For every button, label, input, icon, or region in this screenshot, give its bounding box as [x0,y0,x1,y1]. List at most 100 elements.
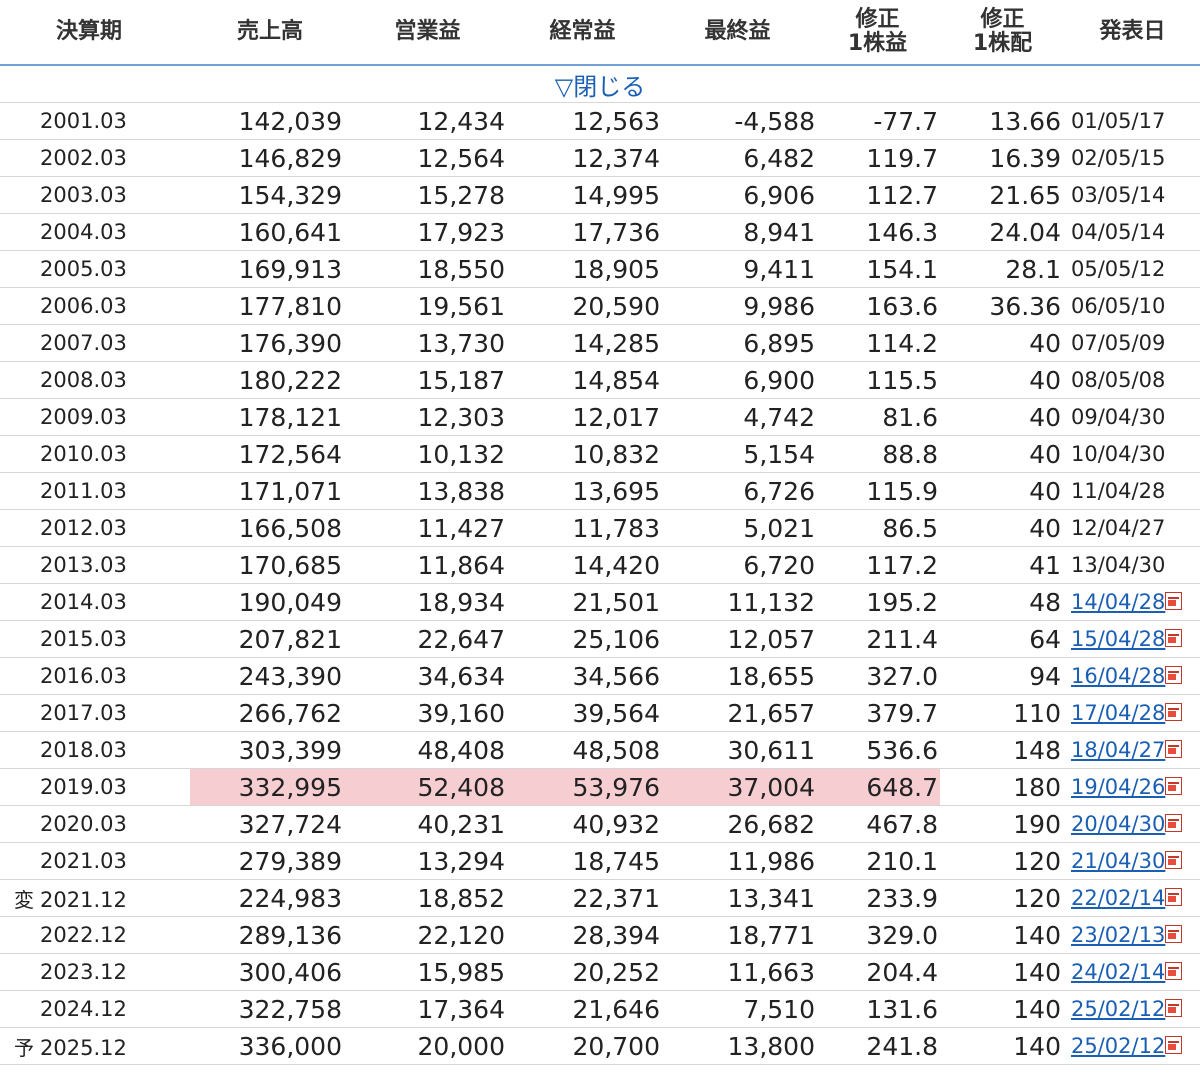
period-cell: 2021.03 [0,842,190,880]
pdf-icon[interactable] [1165,592,1183,610]
operating-profit-cell: 13,730 [350,324,505,362]
announce-date-cell: 09/04/30 [1065,398,1200,436]
net-profit-cell: 7,510 [660,990,815,1028]
period-text: 2020.03 [40,812,127,836]
pdf-icon[interactable] [1165,888,1183,906]
announce-date-link[interactable]: 19/04/26 [1071,775,1165,799]
header-adjusted-dividend: 修正 1株配 [940,0,1065,66]
period-cell: 2012.03 [0,509,190,547]
sales-cell: 160,641 [190,213,350,251]
ordinary-profit-cell: 28,394 [505,916,660,954]
announce-date-cell: 01/05/17 [1065,102,1200,140]
operating-profit-cell: 34,634 [350,657,505,695]
eps-cell: 195.2 [815,583,940,621]
net-profit-cell: 11,132 [660,583,815,621]
announce-date-link[interactable]: 25/02/12 [1071,997,1165,1021]
dividend-cell: 180 [940,768,1065,806]
ordinary-profit-cell: 18,745 [505,842,660,880]
announce-date-link[interactable]: 22/02/14 [1071,886,1165,910]
period-text: 2001.03 [40,109,127,133]
period-text: 2015.03 [40,627,127,651]
table-header: 決算期 売上高 営業益 経常益 最終益 修正 1株益 修正 1株配 発表日 [0,0,1200,66]
ordinary-profit-cell: 25,106 [505,620,660,658]
pdf-icon[interactable] [1165,814,1183,832]
eps-cell: 467.8 [815,805,940,843]
announce-date-link[interactable]: 16/04/28 [1071,664,1165,688]
announce-date-link[interactable]: 17/04/28 [1071,701,1165,725]
announce-date-link[interactable]: 25/02/12 [1071,1034,1165,1058]
announce-date-text: 08/05/08 [1071,368,1166,392]
operating-profit-cell: 11,427 [350,509,505,547]
net-profit-cell: 6,900 [660,361,815,399]
period-text: 2006.03 [40,294,127,318]
pdf-icon[interactable] [1165,629,1183,647]
announce-date-link[interactable]: 15/04/28 [1071,627,1165,651]
operating-profit-cell: 13,294 [350,842,505,880]
header-sales: 売上高 [190,0,350,66]
header-period: 決算期 [0,0,190,66]
period-cell: 変 2021.12 [0,879,190,917]
period-text: 2023.12 [40,960,127,984]
dividend-cell: 140 [940,916,1065,954]
announce-date-cell: 25/02/12 [1065,1027,1200,1065]
operating-profit-cell: 52,408 [350,768,505,806]
collapse-button[interactable]: ▽閉じる [555,73,645,101]
operating-profit-cell: 39,160 [350,694,505,732]
period-cell: 2006.03 [0,287,190,325]
ordinary-profit-cell: 11,783 [505,509,660,547]
announce-date-cell: 19/04/26 [1065,768,1200,806]
ordinary-profit-cell: 21,646 [505,990,660,1028]
period-text: 2012.03 [40,516,127,540]
period-flag: 予 [14,1035,34,1060]
announce-date-link[interactable]: 20/04/30 [1071,812,1165,836]
net-profit-cell: 9,411 [660,250,815,288]
table-row: 2003.03 154,329 15,278 14,995 6,906 112.7 21.6… [0,176,1200,214]
pdf-icon[interactable] [1165,925,1183,943]
announce-date-link[interactable]: 18/04/27 [1071,738,1165,762]
pdf-icon[interactable] [1165,777,1183,795]
dividend-cell: 120 [940,879,1065,917]
sales-cell: 146,829 [190,139,350,177]
financial-results-table: 決算期 売上高 営業益 経常益 最終益 修正 1株益 修正 1株配 発表日 ▽閉… [0,0,1200,1065]
net-profit-cell: 11,663 [660,953,815,991]
eps-cell: 119.7 [815,139,940,177]
pdf-icon[interactable] [1165,666,1183,684]
period-cell: 2011.03 [0,472,190,510]
eps-cell: 112.7 [815,176,940,214]
eps-cell: 241.8 [815,1027,940,1065]
period-cell: 予 2025.12 [0,1027,190,1065]
dividend-cell: 40 [940,361,1065,399]
announce-date-link[interactable]: 24/02/14 [1071,960,1165,984]
pdf-icon[interactable] [1165,999,1183,1017]
period-text: 2014.03 [40,590,127,614]
sales-cell: 332,995 [190,768,350,806]
pdf-icon[interactable] [1165,740,1183,758]
eps-cell: 648.7 [815,768,940,806]
dividend-cell: 24.04 [940,213,1065,251]
announce-date-link[interactable]: 21/04/30 [1071,849,1165,873]
period-text: 2021.03 [40,849,127,873]
announce-date-cell: 21/04/30 [1065,842,1200,880]
announce-date-cell: 03/05/14 [1065,176,1200,214]
operating-profit-cell: 15,985 [350,953,505,991]
table-row: 2007.03 176,390 13,730 14,285 6,895 114.2 40 07… [0,324,1200,362]
table-row: 2011.03 171,071 13,838 13,695 6,726 115.9 40 11… [0,472,1200,510]
pdf-icon[interactable] [1165,962,1183,980]
pdf-icon[interactable] [1165,851,1183,869]
sales-cell: 224,983 [190,879,350,917]
operating-profit-cell: 15,278 [350,176,505,214]
header-net-profit: 最終益 [660,0,815,66]
table-row: 2005.03 169,913 18,550 18,905 9,411 154.1 28.1… [0,250,1200,288]
ordinary-profit-cell: 21,501 [505,583,660,621]
table-row: 2012.03 166,508 11,427 11,783 5,021 86.5 40 12/… [0,509,1200,547]
pdf-icon[interactable] [1165,1036,1183,1054]
pdf-icon[interactable] [1165,703,1183,721]
announce-date-link[interactable]: 23/02/13 [1071,923,1165,947]
period-text: 2013.03 [40,553,127,577]
announce-date-cell: 13/04/30 [1065,546,1200,584]
net-profit-cell: 13,800 [660,1027,815,1065]
announce-date-link[interactable]: 14/04/28 [1071,590,1165,614]
announce-date-cell: 22/02/14 [1065,879,1200,917]
sales-cell: 243,390 [190,657,350,695]
net-profit-cell: 4,742 [660,398,815,436]
